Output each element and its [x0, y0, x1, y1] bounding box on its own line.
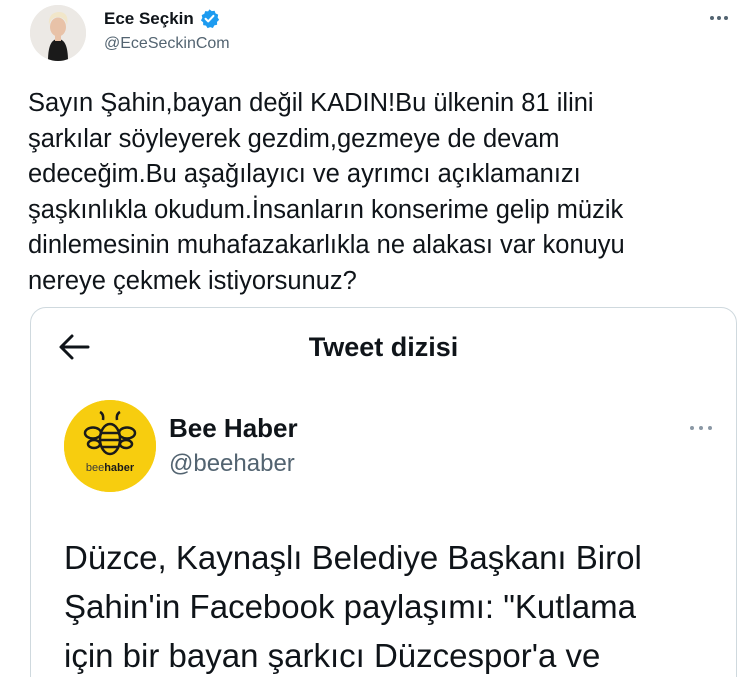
embedded-display-name: Bee Haber [169, 413, 298, 443]
svg-text:beehaber: beehaber [86, 462, 135, 474]
author-name-row[interactable]: Ece Seçkin [104, 8, 220, 29]
bee-haber-logo: beehaber [64, 400, 156, 492]
embedded-more-options-icon [688, 420, 714, 430]
embedded-screenshot-card[interactable]: Tweet dizisi beehaber Bee Haber @beehabe… [30, 307, 737, 677]
more-options-icon[interactable] [707, 8, 731, 28]
embedded-user-handle: @beehaber [169, 450, 295, 477]
avatar-image [30, 5, 86, 61]
display-name[interactable]: Ece Seçkin [104, 9, 194, 29]
logo-text-bee: bee [86, 462, 104, 474]
thread-header-title: Tweet dizisi [308, 332, 459, 362]
verified-badge-icon [199, 8, 220, 29]
avatar[interactable] [30, 5, 86, 61]
tweet-text: Sayın Şahin,bayan değil KADIN!Bu ülkenin… [28, 89, 625, 295]
embedded-tweet-text: Düzce, Kaynaşlı Belediye Başkanı Birol Ş… [64, 539, 642, 674]
logo-text-haber: haber [104, 462, 135, 474]
tweet: Ece Seçkin @EceSeckinCom Sayın Şahin,bay… [0, 0, 745, 677]
user-handle[interactable]: @EceSeckinCom [104, 35, 230, 53]
